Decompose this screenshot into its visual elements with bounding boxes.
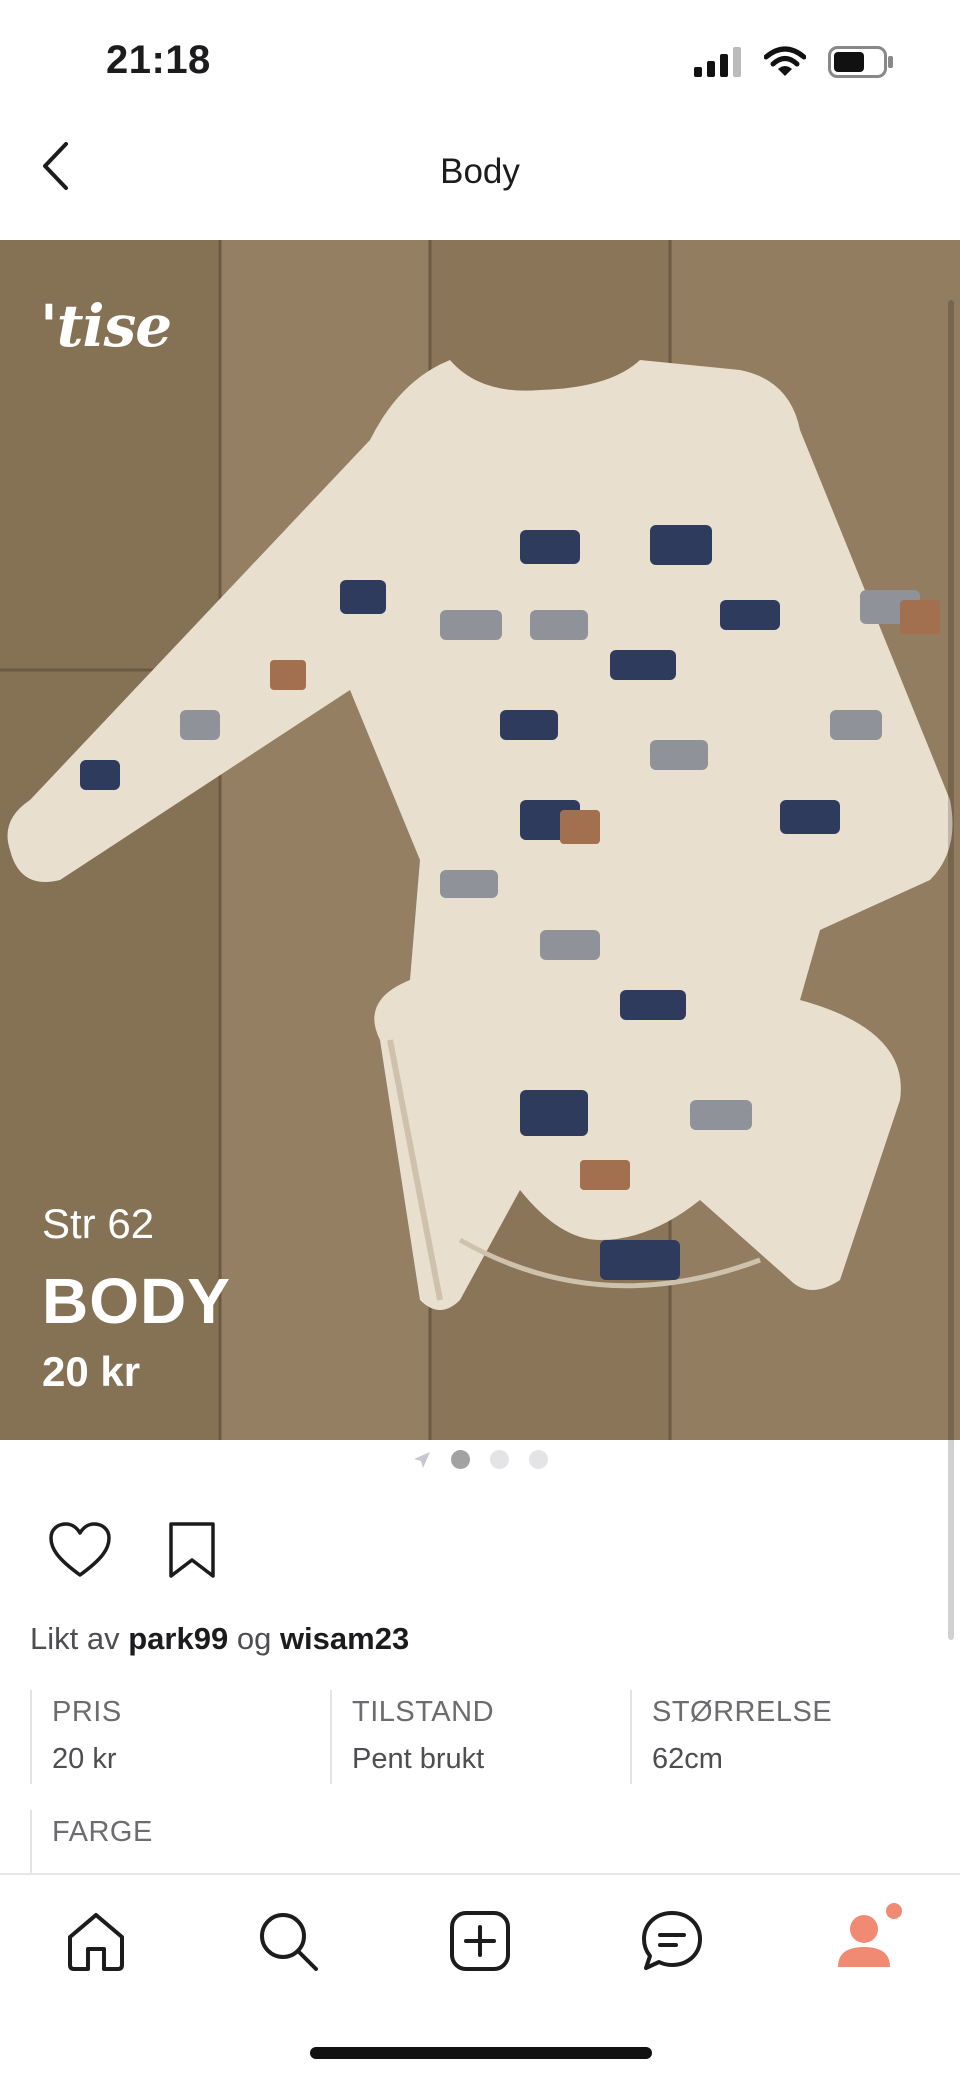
cellular-signal-icon [694, 47, 741, 77]
location-arrow-icon [413, 1451, 430, 1468]
search-icon [260, 1913, 318, 1971]
tab-create[interactable] [440, 1901, 520, 1981]
overlay-price-text: 20 kr [42, 1348, 141, 1395]
tab-bar [0, 1873, 960, 2080]
overlay-title-text: BODY [42, 1265, 231, 1337]
detail-label: TILSTAND [352, 1696, 495, 1728]
pager-dot[interactable] [489, 1450, 509, 1469]
home-indicator [310, 2047, 652, 2059]
overlay-size-text: Str 62 [42, 1200, 155, 1247]
details-row: PRIS 20 kr TILSTAND Pent brukt STØRRELSE… [30, 1690, 930, 1784]
page-title: Body [440, 152, 520, 191]
detail-price: PRIS 20 kr [30, 1690, 330, 1784]
tab-search[interactable] [248, 1901, 328, 1981]
status-time: 21:18 [106, 38, 211, 82]
liked-user-link[interactable]: park99 [128, 1621, 228, 1656]
pager-dot[interactable] [450, 1450, 470, 1469]
product-photo-illustration [0, 240, 960, 1440]
wifi-icon [764, 46, 806, 76]
battery-icon [828, 46, 893, 78]
bookmark-icon [169, 1522, 215, 1578]
detail-value: Pent brukt [352, 1743, 485, 1775]
liked-by-prefix: Likt av [30, 1621, 120, 1656]
detail-label: STØRRELSE [652, 1696, 833, 1728]
product-image[interactable]: 'tise Str 62 BODY 20 kr [0, 240, 960, 1440]
chat-icon [642, 1911, 702, 1970]
status-bar: 21:18 [0, 0, 960, 120]
tab-profile[interactable] [826, 1901, 906, 1981]
liked-by-connector: og [236, 1621, 272, 1656]
pager-dot[interactable] [528, 1450, 548, 1469]
detail-condition: TILSTAND Pent brukt [330, 1690, 630, 1784]
notification-badge [886, 1903, 902, 1919]
status-icons [694, 46, 894, 78]
detail-label: FARGE [52, 1816, 153, 1848]
heart-icon [49, 1522, 111, 1577]
nav-bar: Body [0, 120, 960, 240]
plus-square-icon [450, 1911, 510, 1971]
liked-by-text: Likt av park99 og wisam23 [30, 1621, 409, 1657]
image-pager [0, 1450, 960, 1469]
tab-home[interactable] [56, 1901, 136, 1981]
tise-logo: 'tise [40, 292, 172, 360]
liked-user-link[interactable]: wisam23 [280, 1621, 409, 1656]
scrollbar[interactable] [948, 300, 954, 1640]
save-button[interactable] [158, 1516, 226, 1584]
home-icon [68, 1913, 124, 1971]
detail-value: 62cm [652, 1743, 723, 1775]
like-button[interactable] [46, 1516, 114, 1584]
detail-value: 20 kr [52, 1743, 117, 1775]
detail-size: STØRRELSE 62cm [630, 1690, 930, 1784]
detail-label: PRIS [52, 1696, 122, 1728]
tab-messages[interactable] [632, 1901, 712, 1981]
action-row [46, 1516, 226, 1584]
profile-icon [838, 1903, 902, 1967]
product-details: PRIS 20 kr TILSTAND Pent brukt STØRRELSE… [30, 1690, 930, 1784]
